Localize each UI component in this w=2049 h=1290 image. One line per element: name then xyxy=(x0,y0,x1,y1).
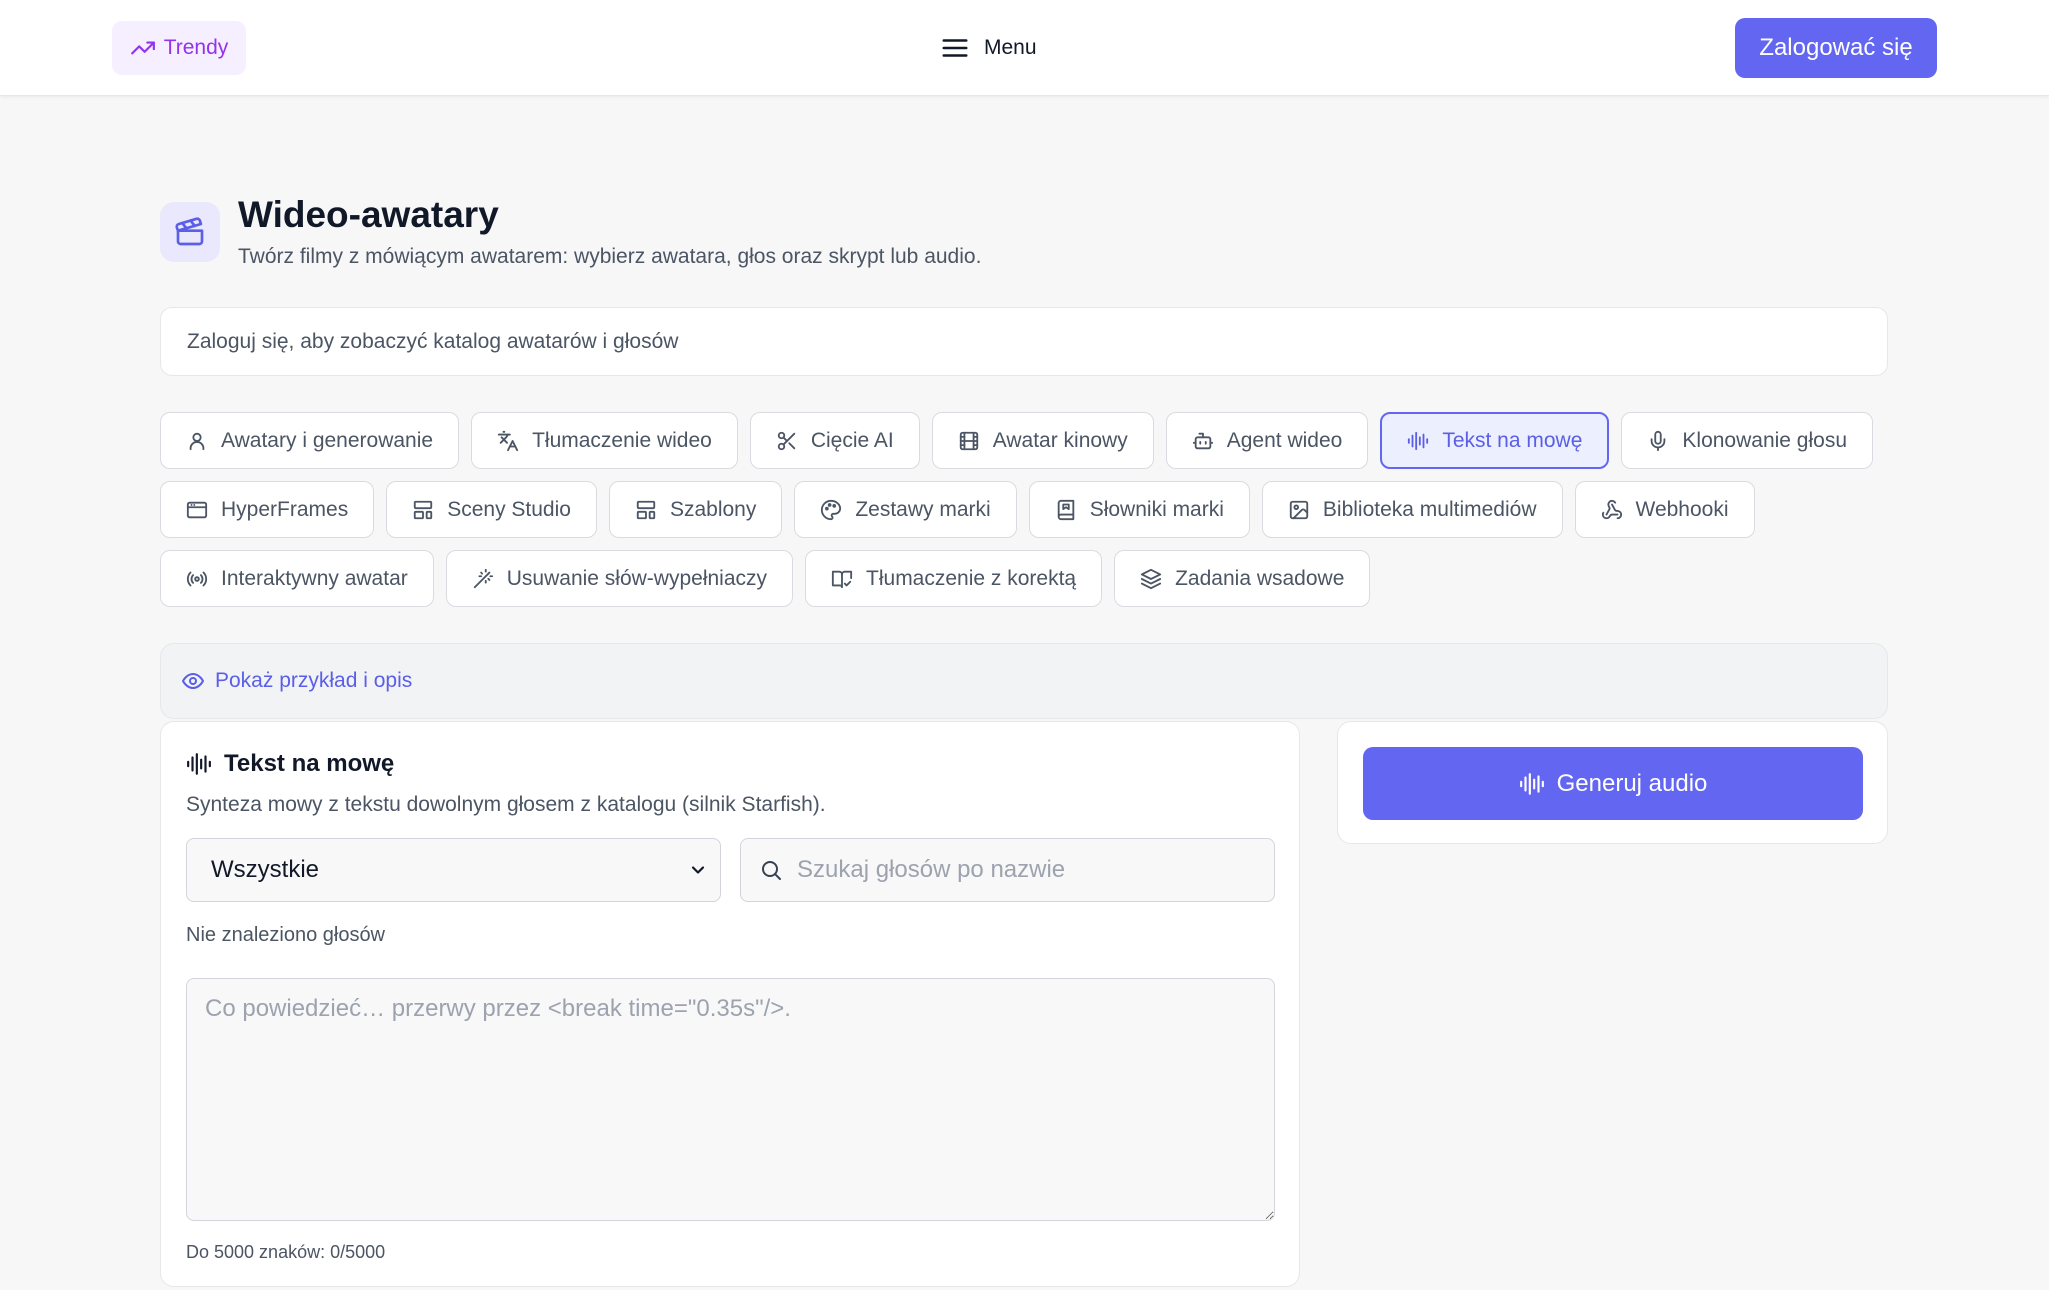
tts-title: Tekst na mowę xyxy=(224,750,395,777)
tab-label: Webhooki xyxy=(1635,497,1729,521)
audio-waveform-icon xyxy=(1407,430,1429,452)
show-example-label: Pokaż przykład i opis xyxy=(215,669,413,692)
layers-icon xyxy=(1140,568,1162,590)
text-to-speech-panel: Tekst na mowę Synteza mowy z tekstu dowo… xyxy=(160,721,1300,1287)
clapperboard-icon xyxy=(160,202,220,262)
tab-label: Interaktywny awatar xyxy=(221,566,408,590)
tab-hyperframes[interactable]: HyperFrames xyxy=(160,481,375,538)
tab-voice-cloning[interactable]: Klonowanie głosu xyxy=(1621,412,1874,469)
tab-label: Awatary i generowanie xyxy=(221,428,434,452)
tab-video-translation[interactable]: Tłumaczenie wideo xyxy=(471,412,738,469)
trending-up-icon xyxy=(130,35,156,61)
browser-window-icon xyxy=(186,499,208,521)
tab-label: Awatar kinowy xyxy=(992,428,1128,452)
generate-panel: Generuj audio xyxy=(1337,721,1888,844)
top-navigation-bar: Trendy Menu Zalogować się xyxy=(0,0,2049,96)
tab-filler-word-removal[interactable]: Usuwanie słów-wypełniaczy xyxy=(445,550,794,607)
tab-text-to-speech[interactable]: Tekst na mowę xyxy=(1380,412,1610,469)
tts-description: Synteza mowy z tekstu dowolnym głosem z … xyxy=(186,793,826,816)
show-example-toggle[interactable]: Pokaż przykład i opis xyxy=(160,643,1888,719)
translate-icon xyxy=(497,430,519,452)
trends-button[interactable]: Trendy xyxy=(112,21,246,75)
tab-studio-scenes[interactable]: Sceny Studio xyxy=(386,481,597,538)
tab-label: Tłumaczenie z korektą xyxy=(866,566,1077,590)
bot-icon xyxy=(1192,430,1214,452)
tab-batch-jobs[interactable]: Zadania wsadowe xyxy=(1114,550,1371,607)
radio-waves-icon xyxy=(186,568,208,590)
tab-label: Tekst na mowę xyxy=(1442,428,1583,452)
tab-label: Biblioteka multimediów xyxy=(1322,497,1537,521)
generate-audio-button[interactable]: Generuj audio xyxy=(1363,747,1863,820)
tab-media-library[interactable]: Biblioteka multimediów xyxy=(1261,481,1563,538)
tab-templates[interactable]: Szablony xyxy=(608,481,783,538)
login-notice: Zaloguj się, aby zobaczyć katalog awatar… xyxy=(160,307,1888,376)
page-title: Wideo-awatary xyxy=(238,194,499,235)
tab-label: Klonowanie głosu xyxy=(1682,428,1848,452)
character-counter: Do 5000 znaków: 0/5000 xyxy=(186,1242,386,1262)
film-icon xyxy=(958,430,980,452)
image-icon xyxy=(1288,499,1310,521)
layout-template-icon xyxy=(635,499,657,521)
menu-button[interactable]: Menu xyxy=(940,28,1037,68)
tab-label: Słowniki marki xyxy=(1089,497,1224,521)
tab-video-agent[interactable]: Agent wideo xyxy=(1165,412,1369,469)
microphone-icon xyxy=(1647,430,1669,452)
feature-tabs-row-3: Interaktywny awatar Usuwanie słów-wypełn… xyxy=(160,550,1371,607)
tab-interactive-avatar[interactable]: Interaktywny awatar xyxy=(160,550,434,607)
chevron-down-icon xyxy=(688,860,708,880)
tab-brand-dictionaries[interactable]: Słowniki marki xyxy=(1028,481,1250,538)
tab-label: HyperFrames xyxy=(221,497,349,521)
tab-label: Sceny Studio xyxy=(447,497,571,521)
palette-icon xyxy=(820,499,842,521)
book-icon xyxy=(1055,499,1077,521)
tab-brand-kits[interactable]: Zestawy marki xyxy=(794,481,1017,538)
tab-label: Tłumaczenie wideo xyxy=(532,428,712,452)
tab-label: Agent wideo xyxy=(1226,428,1343,452)
magic-wand-icon xyxy=(472,568,494,590)
tab-label: Usuwanie słów-wypełniaczy xyxy=(506,566,768,590)
audio-waveform-icon xyxy=(1519,771,1545,797)
menu-label: Menu xyxy=(984,36,1037,59)
audio-waveform-icon xyxy=(186,751,212,777)
hamburger-menu-icon xyxy=(940,33,970,63)
voice-filter-value: Wszystkie xyxy=(211,856,319,883)
scissors-icon xyxy=(776,430,798,452)
page-subtitle: Twórz filmy z mówiącym awatarem: wybierz… xyxy=(238,245,982,268)
tts-heading: Tekst na mowę xyxy=(186,750,394,778)
generate-audio-label: Generuj audio xyxy=(1556,769,1708,797)
voice-filter-select[interactable]: Wszystkie xyxy=(186,838,721,902)
tab-translation-proofreading[interactable]: Tłumaczenie z korektą xyxy=(805,550,1103,607)
script-textarea[interactable] xyxy=(186,978,1275,1221)
trends-label: Trendy xyxy=(163,36,229,59)
layout-icon xyxy=(412,499,434,521)
no-voices-message: Nie znaleziono głosów xyxy=(186,924,386,946)
tab-label: Szablony xyxy=(669,497,757,521)
tab-webhooks[interactable]: Webhooki xyxy=(1574,481,1755,538)
feature-tabs-row-2: HyperFrames Sceny Studio Szablony Zestaw… xyxy=(160,481,1755,538)
search-icon xyxy=(759,858,783,882)
eye-icon xyxy=(181,669,205,693)
tab-label: Zestawy marki xyxy=(855,497,991,521)
feature-tabs-row-1: Awatary i generowanie Tłumaczenie wideo … xyxy=(160,412,1874,469)
tab-label: Zadania wsadowe xyxy=(1175,566,1345,590)
user-icon xyxy=(186,430,208,452)
tab-cinematic-avatar[interactable]: Awatar kinowy xyxy=(931,412,1154,469)
book-check-icon xyxy=(831,568,853,590)
tab-ai-cut[interactable]: Cięcie AI xyxy=(749,412,920,469)
tab-label: Cięcie AI xyxy=(810,428,894,452)
webhook-icon xyxy=(1601,499,1623,521)
voice-search-field[interactable] xyxy=(740,838,1275,902)
voice-search-input[interactable] xyxy=(797,856,1257,884)
tab-avatars-generation[interactable]: Awatary i generowanie xyxy=(160,412,460,469)
login-button[interactable]: Zalogować się xyxy=(1735,18,1937,78)
